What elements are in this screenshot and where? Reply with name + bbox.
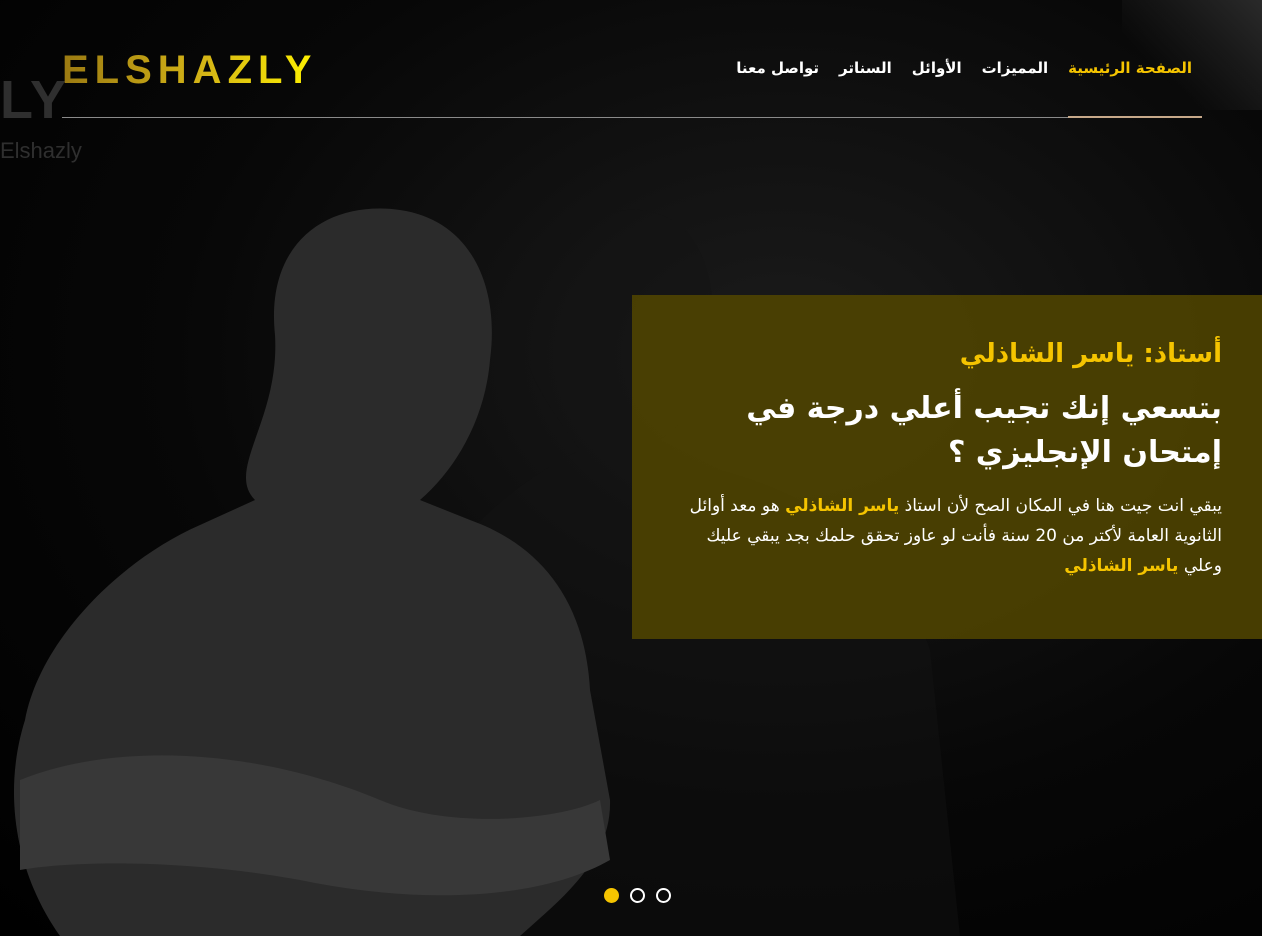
- hero-description: يبقي انت جيت هنا في المكان الصح لأن استا…: [672, 491, 1222, 581]
- hero-description-name-1: ياسر الشاذلي: [785, 496, 900, 516]
- slider-dot-1[interactable]: [604, 888, 619, 903]
- main-nav: الصفحة الرئيسية المميزات الأوائل السناتر…: [736, 58, 1192, 78]
- slider-dots: [604, 888, 671, 903]
- hero-headline-line-2: إمتحان الإنجليزي ؟: [947, 435, 1222, 470]
- nav-item-features[interactable]: المميزات: [982, 58, 1049, 78]
- nav-item-centers[interactable]: السناتر: [839, 58, 892, 78]
- hero-text-panel: أستاذ: ياسر الشاذلي بتسعي إنك تجيب أعلي …: [632, 295, 1262, 639]
- hero-headline-line-1: بتسعي إنك تجيب أعلي درجة في: [746, 391, 1222, 426]
- slider-dot-2[interactable]: [630, 888, 645, 903]
- site-logo[interactable]: ELSHAZLY: [62, 50, 317, 90]
- hero-description-name-2: ياسر الشاذلي: [1064, 556, 1179, 576]
- nav-item-contact[interactable]: تواصل معنا: [736, 58, 819, 78]
- hero-headline: بتسعي إنك تجيب أعلي درجة في إمتحان الإنج…: [672, 387, 1222, 475]
- hero-subtitle: أستاذ: ياسر الشاذلي: [959, 339, 1222, 369]
- nav-item-home[interactable]: الصفحة الرئيسية: [1068, 58, 1192, 78]
- nav-item-top-students[interactable]: الأوائل: [912, 58, 962, 78]
- slider-dot-3[interactable]: [656, 888, 671, 903]
- hero-section: LY Elshazly ELSHAZLY الصفحة الرئيسية الم…: [0, 0, 1262, 936]
- navbar: ELSHAZLY الصفحة الرئيسية المميزات الأوائ…: [62, 40, 1202, 118]
- nav-divider: [62, 116, 1202, 118]
- foreground-figure-silhouette: [13, 208, 611, 936]
- nav-active-indicator: [1068, 116, 1202, 118]
- hero-description-part-1: يبقي انت جيت هنا في المكان الصح لأن استا…: [899, 496, 1222, 516]
